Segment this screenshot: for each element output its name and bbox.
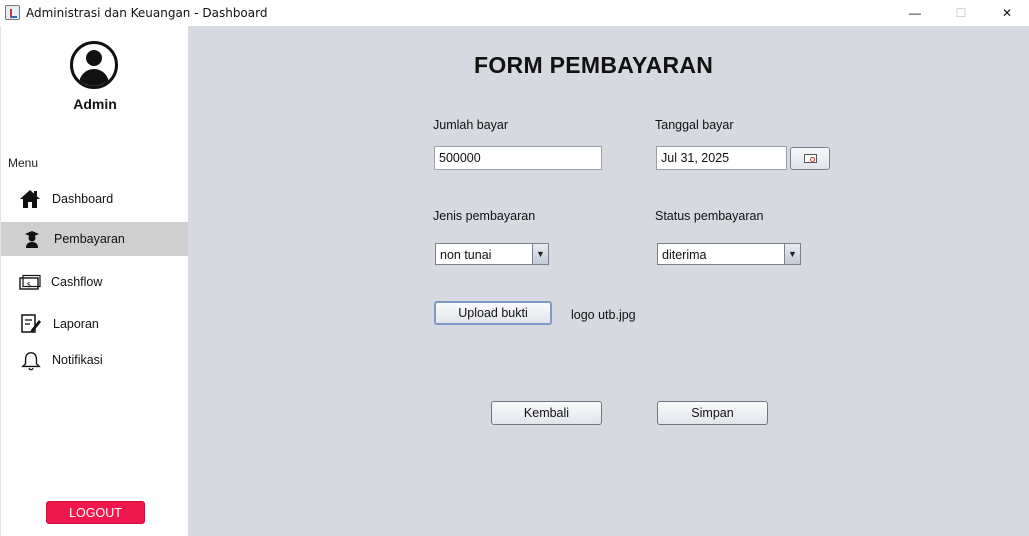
sidebar-item-label: Laporan (53, 317, 99, 331)
maximize-button[interactable]: ☐ (938, 0, 984, 26)
jumlah-bayar-input[interactable] (434, 146, 602, 170)
sidebar-item-notifikasi[interactable]: Notifikasi (1, 343, 189, 377)
report-edit-icon (21, 314, 41, 333)
svg-text:$: $ (27, 281, 31, 289)
sidebar: Admin Menu Dashboard Pembayaran $ Cashfl… (0, 26, 189, 536)
sidebar-item-pembayaran[interactable]: Pembayaran (1, 222, 189, 256)
user-circle-icon (70, 41, 118, 89)
user-name: Admin (73, 96, 117, 112)
sidebar-item-dashboard[interactable]: Dashboard (1, 182, 189, 216)
date-picker-button[interactable] (790, 147, 830, 170)
close-button[interactable]: ✕ (984, 0, 1029, 26)
main-panel: FORM PEMBAYARAN Jumlah bayar Tanggal bay… (188, 26, 1029, 536)
sidebar-item-label: Pembayaran (54, 232, 125, 246)
status-pembayaran-label: Status pembayaran (655, 209, 764, 223)
tanggal-bayar-label: Tanggal bayar (655, 118, 734, 132)
minimize-button[interactable]: — (892, 0, 938, 26)
sidebar-item-label: Cashflow (51, 275, 103, 289)
calendar-icon (804, 154, 817, 163)
simpan-button[interactable]: Simpan (657, 401, 768, 425)
home-icon (20, 190, 40, 208)
java-app-icon (5, 5, 20, 20)
chevron-down-icon: ▼ (784, 244, 800, 264)
window-title: Administrasi dan Keuangan - Dashboard (26, 6, 268, 20)
title-bar: Administrasi dan Keuangan - Dashboard — … (0, 0, 1029, 26)
sidebar-item-label: Dashboard (52, 192, 114, 206)
page-title: FORM PEMBAYARAN (474, 52, 714, 78)
jumlah-bayar-label: Jumlah bayar (433, 118, 509, 132)
menu-label: Menu (8, 156, 39, 170)
status-pembayaran-value: diterima (662, 248, 707, 262)
jenis-pembayaran-select[interactable]: non tunai ▼ (435, 243, 549, 265)
sidebar-item-laporan[interactable]: Laporan (1, 307, 189, 341)
upload-bukti-button[interactable]: Upload bukti (434, 301, 552, 325)
student-icon (25, 231, 39, 248)
logout-button[interactable]: LOGOUT (46, 501, 145, 524)
cash-icon: $ (19, 274, 41, 290)
jenis-pembayaran-value: non tunai (440, 248, 492, 262)
bell-icon (21, 352, 41, 371)
jenis-pembayaran-label: Jenis pembayaran (433, 209, 536, 223)
sidebar-item-cashflow[interactable]: $ Cashflow (1, 265, 189, 299)
status-pembayaran-select[interactable]: diterima ▼ (657, 243, 801, 265)
uploaded-file-name: logo utb.jpg (571, 308, 636, 322)
tanggal-bayar-input[interactable] (656, 146, 787, 170)
kembali-button[interactable]: Kembali (491, 401, 602, 425)
chevron-down-icon: ▼ (532, 244, 548, 264)
sidebar-item-label: Notifikasi (52, 353, 103, 367)
